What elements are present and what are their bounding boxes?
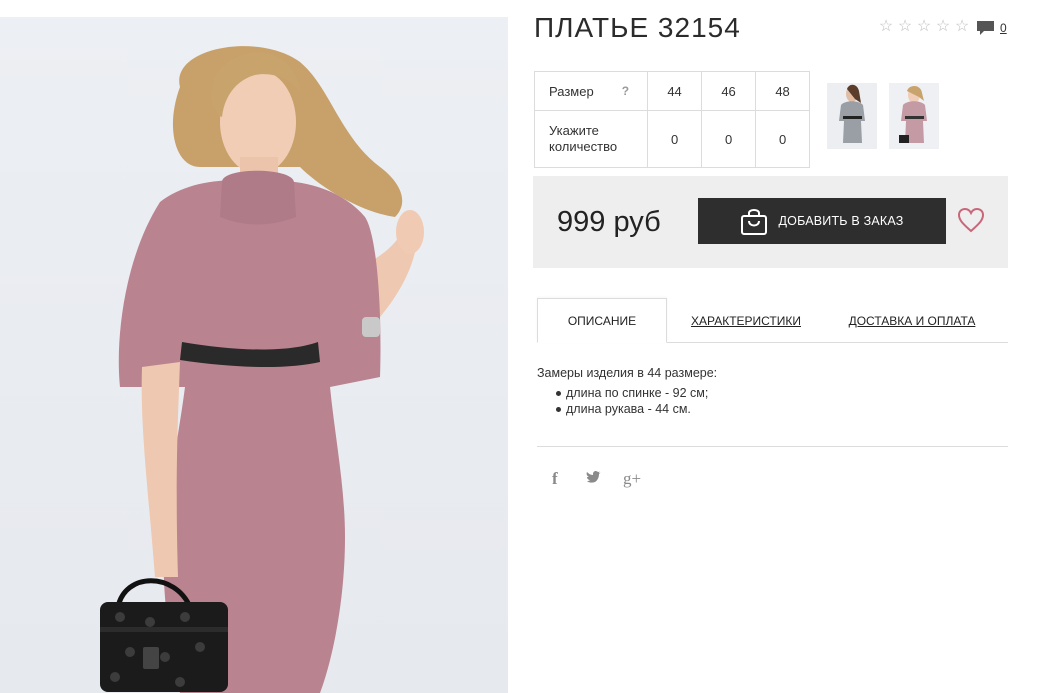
quantity-input-48[interactable]: 0 — [755, 110, 811, 168]
product-title: ПЛАТЬЕ 32154 — [534, 12, 741, 43]
tab-description[interactable]: ОПИСАНИЕ — [537, 298, 667, 343]
heart-icon[interactable] — [957, 207, 985, 233]
size-quantity-table: Размер ? 44 46 48 Укажите количество 0 0… — [533, 71, 811, 168]
star-outline-icon[interactable]: ☆ — [896, 19, 914, 35]
measurements-list: длина по спинке - 92 см; длина рукава - … — [537, 385, 717, 417]
tab-delivery-payment[interactable]: ДОСТАВКА И ОПЛАТА — [843, 298, 981, 343]
tab-delivery-label: ДОСТАВКА И ОПЛАТА — [848, 313, 976, 328]
add-to-order-label: ДОБАВИТЬ В ЗАКАЗ — [778, 214, 904, 228]
quantity-label: Укажите количество — [533, 110, 649, 168]
comments-count-link[interactable]: 0 — [1000, 21, 1007, 35]
size-option-44: 44 — [647, 71, 703, 111]
tab-characteristics[interactable]: ХАРАКТЕРИСТИКИ — [684, 298, 808, 343]
product-price: 999 руб — [557, 206, 661, 238]
comment-icon[interactable] — [976, 20, 995, 36]
quantity-input-44[interactable]: 0 — [647, 110, 703, 168]
size-label: Размер — [549, 83, 594, 99]
size-option-46: 46 — [701, 71, 757, 111]
googleplus-icon[interactable]: g+ — [623, 469, 641, 489]
thumbnail-grey-dress[interactable] — [827, 83, 877, 149]
list-item: длина рукава - 44 см. — [537, 401, 717, 417]
star-outline-icon[interactable]: ☆ — [934, 19, 952, 35]
thumbnail-pink-dress[interactable] — [889, 83, 939, 149]
shopping-bag-icon — [741, 209, 768, 235]
size-option-48: 48 — [755, 71, 811, 111]
product-main-photo[interactable] — [0, 17, 508, 693]
description-intro: Замеры изделия в 44 размере: — [537, 366, 718, 380]
price-panel: 999 руб ДОБАВИТЬ В ЗАКАЗ — [533, 176, 1008, 268]
add-to-order-button[interactable]: ДОБАВИТЬ В ЗАКАЗ — [698, 198, 946, 244]
star-outline-icon[interactable]: ☆ — [877, 19, 895, 35]
tab-description-label: ОПИСАНИЕ — [567, 313, 637, 328]
size-label-cell: Размер ? — [533, 71, 649, 111]
star-outline-icon[interactable]: ☆ — [915, 19, 933, 35]
section-divider — [537, 446, 1008, 447]
facebook-icon[interactable]: f — [552, 469, 558, 489]
tab-characteristics-label: ХАРАКТЕРИСТИКИ — [690, 313, 801, 328]
list-item: длина по спинке - 92 см; — [537, 385, 717, 401]
quantity-input-46[interactable]: 0 — [701, 110, 757, 168]
star-outline-icon[interactable]: ☆ — [953, 19, 971, 35]
rating-stars[interactable]: ☆ ☆ ☆ ☆ ☆ — [877, 19, 971, 35]
size-help-icon[interactable]: ? — [622, 84, 629, 98]
twitter-icon[interactable] — [586, 470, 602, 488]
description-content: Замеры изделия в 44 размере: длина по сп… — [537, 366, 717, 417]
